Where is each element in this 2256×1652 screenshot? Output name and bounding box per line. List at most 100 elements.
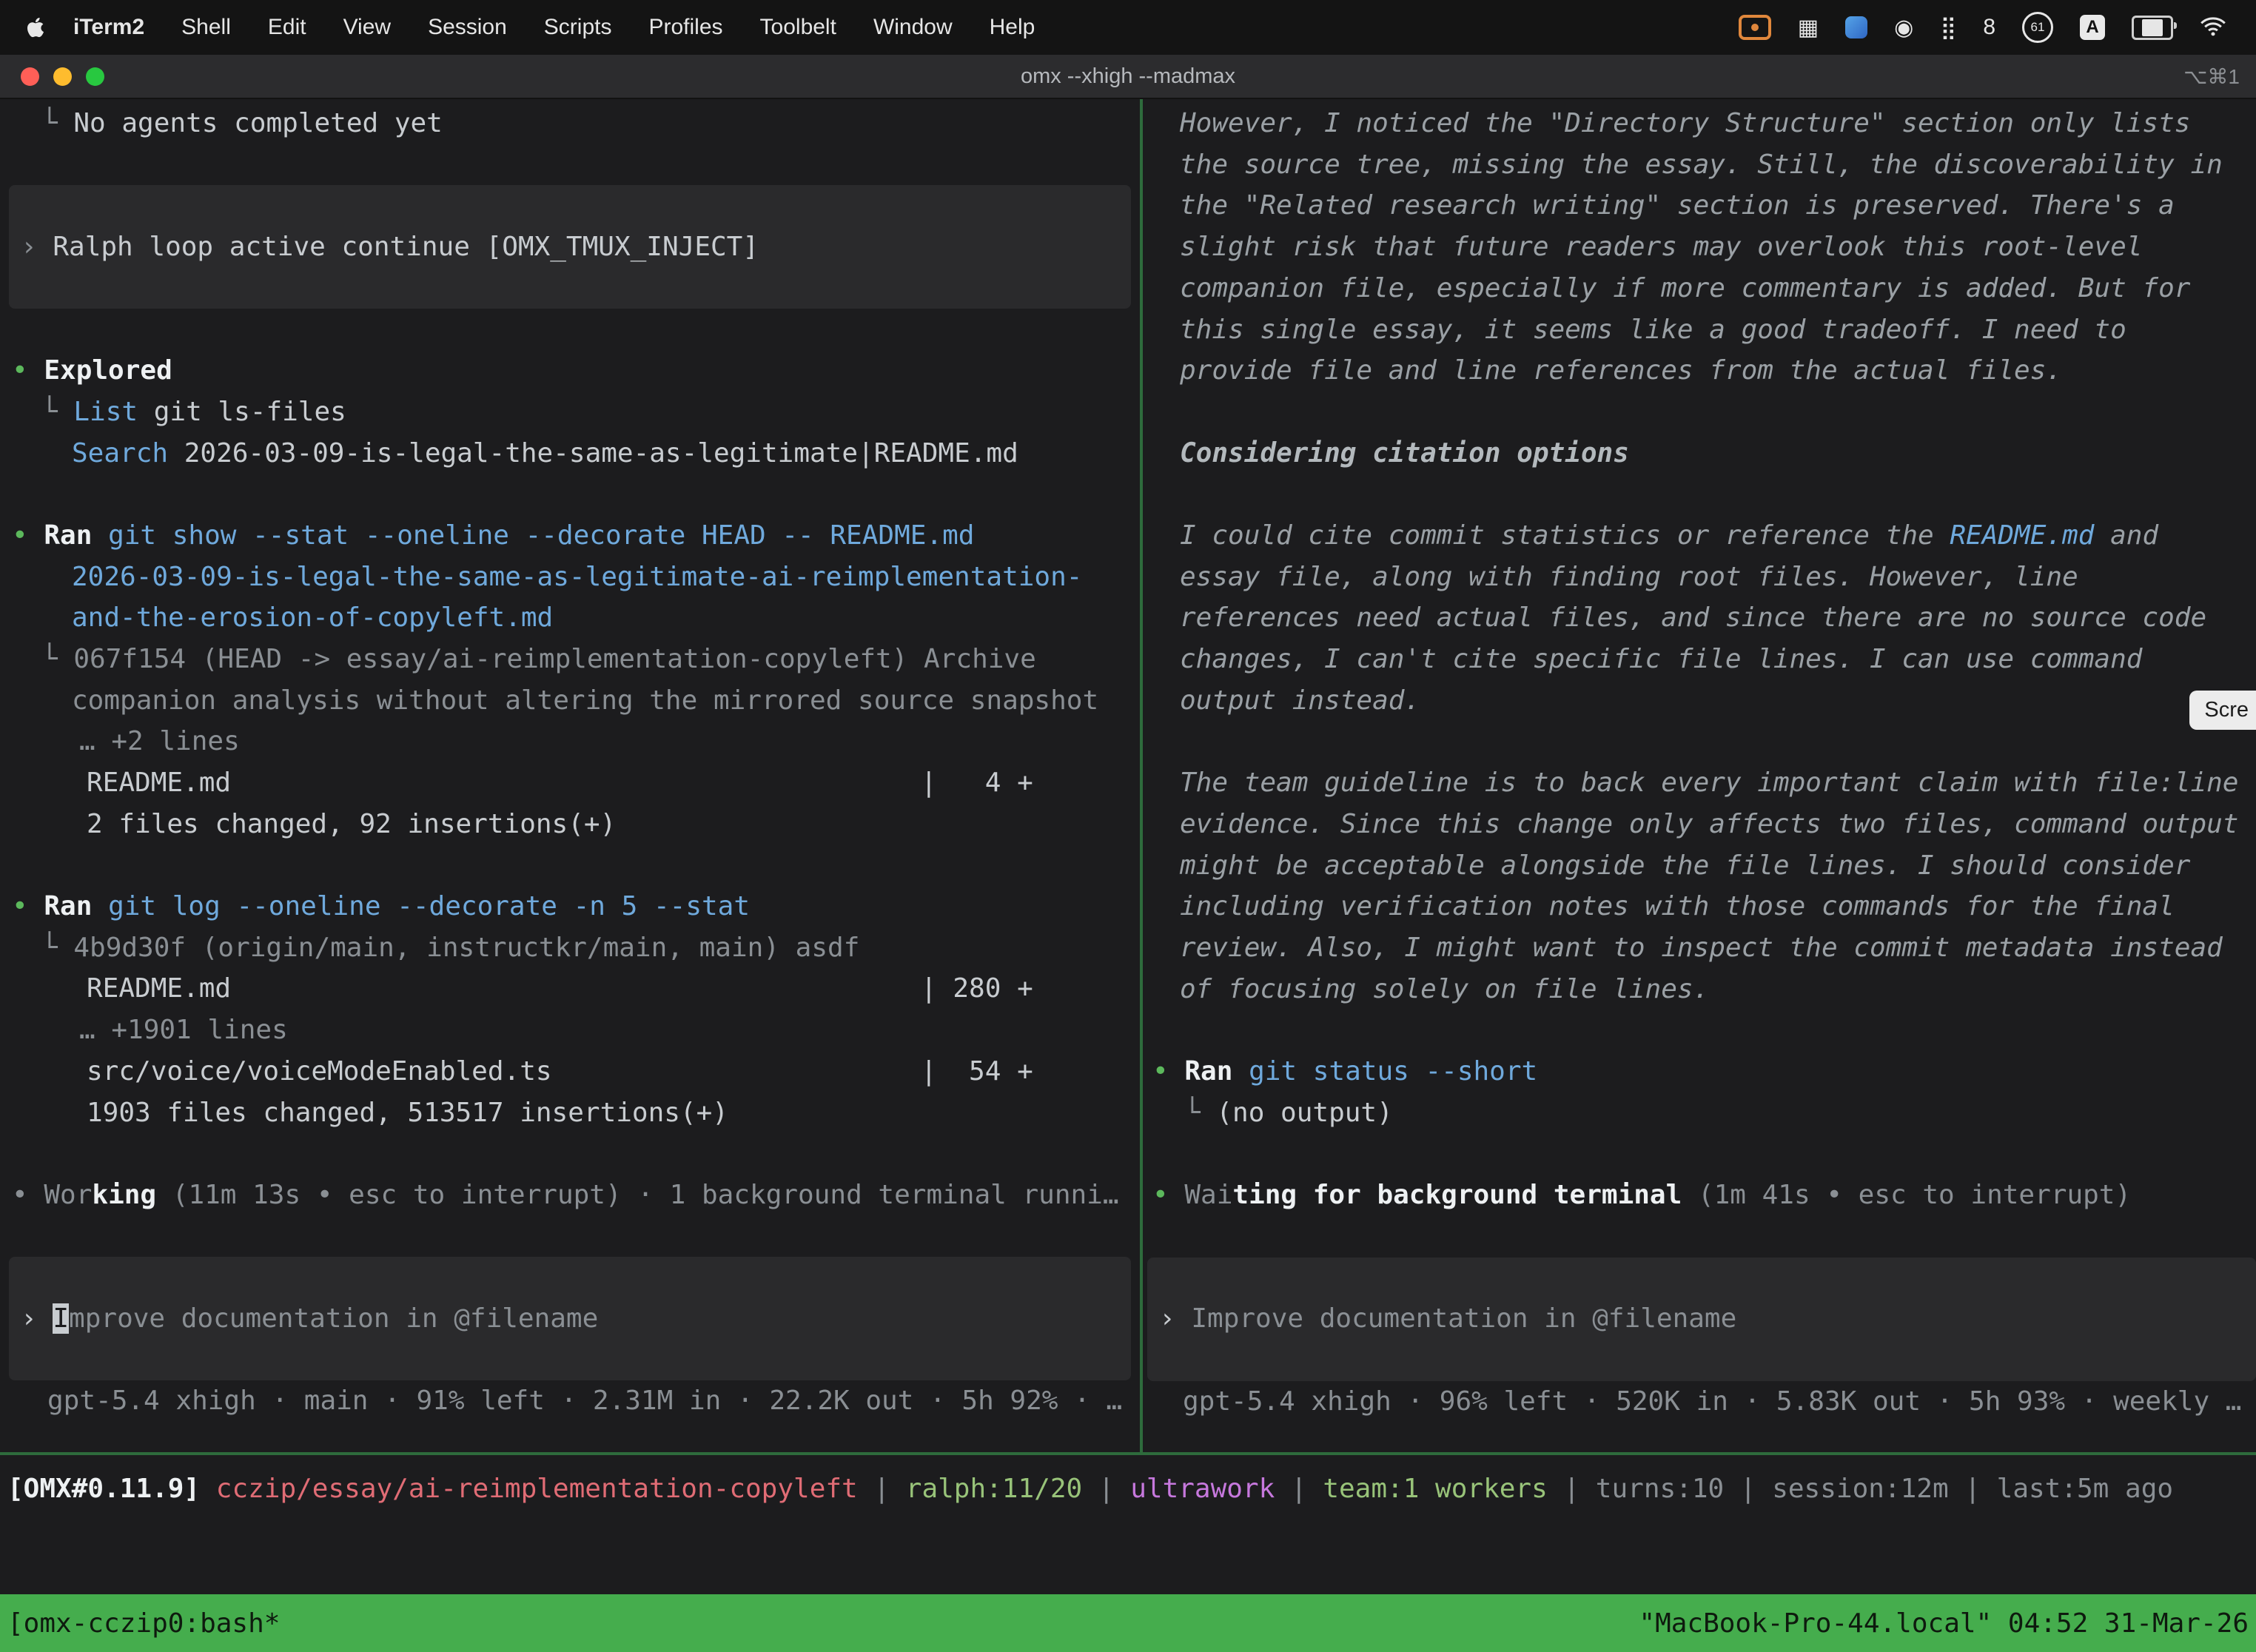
text-segment: [OMX#0.11.9] (7, 1474, 200, 1504)
terminal-line: └ 4b9d30f (origin/main, instructkr/main,… (41, 927, 1140, 969)
text-segment: • (1152, 1180, 1184, 1210)
text-segment: cczip/essay/ai-reimplementation-copyleft (200, 1474, 858, 1504)
dots-grid-icon[interactable]: ⣿ (1940, 15, 1956, 41)
battery-icon[interactable] (2132, 16, 2173, 40)
close-button[interactable] (21, 67, 39, 86)
menu-item-scripts[interactable]: Scripts (526, 15, 631, 40)
tmux-session-label: [omx-cczip0:bash* (7, 1608, 280, 1639)
circle-app-icon[interactable]: ◉ (1894, 15, 1913, 41)
reasoning-heading: Considering citation options (1180, 433, 2238, 474)
blank-line (0, 1216, 1140, 1258)
blank-line (1143, 1216, 2256, 1258)
text-segment: (1m 41s • esc to interrupt) (1682, 1180, 2131, 1210)
menu-item-help[interactable]: Help (971, 15, 1054, 40)
working-status-line: • Working (11m 13s • esc to interrupt) ·… (12, 1175, 1140, 1216)
reasoning-paragraph: I could cite commit statistics or refere… (1180, 515, 2238, 722)
gauge-icon[interactable]: 61 (2022, 12, 2053, 43)
terminal-line: └ No agents completed yet (41, 103, 1140, 144)
text-segment: README.md | 280 + (87, 973, 1033, 1004)
text-segment: └ (41, 108, 73, 138)
text-segment: 1903 files changed, 513517 insertions(+) (87, 1098, 728, 1128)
screen-recording-icon[interactable] (1739, 15, 1771, 40)
waiting-status-line: • Waiting for background terminal (1m 41… (1152, 1175, 2256, 1216)
menu-bar-status-icons: ▦ ◉ ⣿ 8 61 A (1739, 12, 2237, 43)
text-segment: (no output) (1216, 1098, 1392, 1128)
text-segment: src/voice/voiceModeEnabled.ts | 54 + (87, 1056, 1033, 1087)
text-segment: However, I noticed the "Directory Struct… (1180, 108, 2223, 386)
screen-tooltip[interactable]: Scre (2189, 691, 2256, 730)
menu-item-session[interactable]: Session (409, 15, 526, 40)
terminal-line: … +2 lines (79, 721, 1140, 762)
menu-item-profiles[interactable]: Profiles (630, 15, 741, 40)
tiles-icon[interactable]: ▦ (1798, 15, 1819, 41)
menu-item-toolbelt[interactable]: Toolbelt (742, 15, 855, 40)
text-segment: turns:10 | session:12m | last:5m ago (1596, 1474, 2173, 1504)
text-segment: └ 4b9d30f (origin/main, instructkr/main,… (41, 933, 859, 963)
text-segment: • (12, 891, 44, 921)
terminal-line: Search 2026-03-09-is-legal-the-same-as-l… (72, 433, 1140, 474)
terminal-line: README.md | 4 + (87, 762, 1140, 804)
terminal-line: … +1901 lines (79, 1010, 1140, 1051)
terminal-line: 1903 files changed, 513517 insertions(+) (87, 1092, 1140, 1134)
text-segment: README.md (1950, 520, 2094, 551)
text-segment: Ran (44, 520, 92, 551)
text-segment: README.md | 4 + (87, 768, 1033, 798)
text-segment: 2026-03-09-is-legal-the-same-as-legitima… (168, 438, 1018, 469)
model-status-line: gpt-5.4 xhigh · main · 91% left · 2.31M … (47, 1380, 1140, 1422)
pane-divider-horizontal[interactable] (0, 1452, 2256, 1455)
prompt-input[interactable]: › Improve documentation in @filename (1147, 1258, 2256, 1381)
text-segment: Improve documentation in @filename (1191, 1303, 1736, 1334)
traffic-lights (21, 67, 104, 86)
blue-app-icon[interactable] (1845, 16, 1867, 38)
zoom-button[interactable] (86, 67, 104, 86)
text-segment: • (12, 1180, 44, 1210)
text-segment: companion analysis without altering the … (72, 685, 1098, 716)
tmux-host-clock: "MacBook-Pro-44.local" 04:52 31-Mar-26 (1639, 1608, 2249, 1639)
terminal-line: └ List git ls-files (41, 392, 1140, 433)
counter-badge[interactable]: 8 (1983, 15, 1995, 40)
text-segment: • (12, 520, 44, 551)
text-segment: The team guideline is to back every impo… (1180, 768, 2238, 1004)
text-segment: Considering citation options (1180, 438, 1629, 469)
blank-line (0, 474, 1140, 515)
terminal-line: src/voice/voiceModeEnabled.ts | 54 + (87, 1051, 1140, 1092)
window-shortcut-hint: ⌥⌘1 (2183, 64, 2240, 89)
terminal-line: • Ran git status --short (1152, 1051, 2256, 1092)
text-segment: └ (1184, 1098, 1216, 1128)
apple-menu-icon[interactable] (27, 16, 44, 38)
text-segment: | (1548, 1474, 1596, 1504)
text-segment: | (1082, 1474, 1130, 1504)
text-segment: I could cite commit statistics or refere… (1180, 520, 1950, 551)
minimize-button[interactable] (53, 67, 72, 86)
text-segment: └ 067f154 (HEAD -> essay/ai-reimplementa… (41, 644, 1036, 674)
text-segment: git log --oneline --decorate -n 5 --stat (92, 891, 750, 921)
text-segment: • (1152, 1056, 1184, 1087)
blank-line (0, 1133, 1140, 1175)
menu-item-window[interactable]: Window (855, 15, 971, 40)
text-segment: team:1 workers (1323, 1474, 1547, 1504)
menu-item-edit[interactable]: Edit (249, 15, 325, 40)
prompt-input[interactable]: › Improve documentation in @filename (9, 1257, 1131, 1380)
input-source-icon[interactable]: A (2080, 15, 2105, 40)
terminal-line: README.md | 280 + (87, 968, 1140, 1010)
terminal-line: and-the-erosion-of-copyleft.md (72, 597, 1140, 639)
text-segment: (11m 13s • esc to interrupt) · 1 backgro… (156, 1180, 1118, 1210)
terminal-line: • Ran git show --stat --oneline --decora… (12, 515, 1140, 557)
menu-item-iterm2[interactable]: iTerm2 (55, 15, 163, 40)
text-segment: | (858, 1474, 906, 1504)
text-segment: git ls-files (138, 397, 346, 427)
window-title: omx --xhigh --madmax (1021, 64, 1235, 89)
terminal-window: └ No agents completed yet› Ralph loop ac… (0, 99, 2256, 1652)
terminal-line: 2 files changed, 92 insertions(+) (87, 804, 1140, 845)
blank-line (0, 144, 1140, 186)
tmux-status-bar: [omx-cczip0:bash* "MacBook-Pro-44.local"… (0, 1594, 2256, 1652)
wifi-icon[interactable] (2200, 17, 2226, 38)
pane-divider-vertical[interactable] (1140, 99, 1143, 1452)
text-segment: Search (72, 438, 168, 469)
menu-item-view[interactable]: View (325, 15, 409, 40)
menu-item-shell[interactable]: Shell (163, 15, 249, 40)
text-segment: Wor (44, 1180, 92, 1210)
text-segment: … +2 lines (79, 726, 240, 756)
text-segment: … +1901 lines (79, 1015, 288, 1045)
text-segment: List (73, 397, 138, 427)
